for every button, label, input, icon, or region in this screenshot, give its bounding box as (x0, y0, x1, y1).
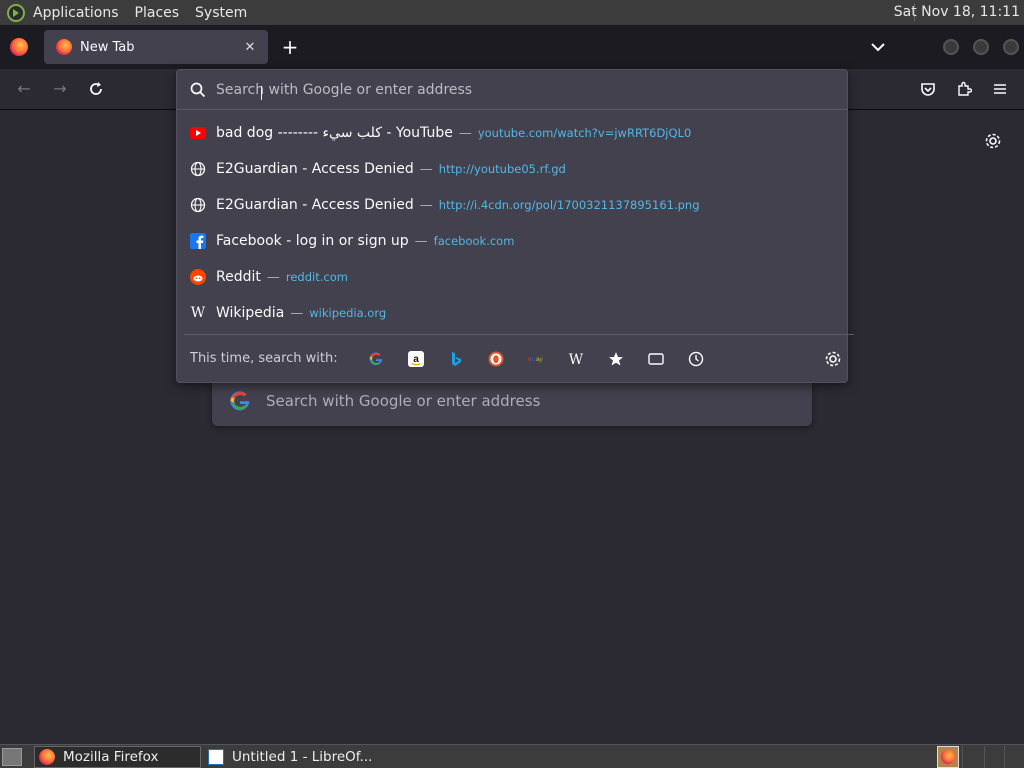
search-icon (190, 82, 206, 97)
bing-engine-button[interactable] (436, 347, 476, 371)
system-top-panel: Applications Places System Sat Nov 18, 1… (0, 0, 1024, 25)
result-title: bad dog -------- كلب سيء - YouTube (216, 125, 453, 141)
result-url: wikipedia.org (309, 306, 387, 320)
google-icon (369, 352, 382, 365)
result-title: Facebook - log in or sign up (216, 233, 409, 249)
result-url: reddit.com (285, 270, 348, 284)
workspace-2[interactable] (962, 746, 982, 768)
reload-icon[interactable] (88, 81, 104, 97)
facebook-icon (190, 233, 206, 249)
tab-bar: New Tab ✕ + (0, 25, 1024, 69)
result-row[interactable]: bad dog -------- كلب سيء - YouTube — you… (177, 115, 847, 151)
tabs-engine-button[interactable] (636, 347, 676, 371)
one-off-label: This time, search with: (190, 351, 338, 366)
result-separator: — (290, 305, 304, 321)
tray-firefox-icon[interactable] (937, 746, 959, 768)
result-row[interactable]: Reddit — reddit.com (177, 259, 847, 295)
hamburger-menu-icon[interactable] (992, 81, 1008, 97)
result-title: E2Guardian - Access Denied (216, 161, 414, 177)
ebay-icon: ebay (528, 356, 544, 363)
url-input[interactable]: Search with Google or enter address (177, 70, 847, 110)
taskbar-item-label: Untitled 1 - LibreOf... (232, 749, 373, 765)
globe-icon (190, 197, 206, 213)
result-url: youtube.com/watch?v=jwRRT6DjQL0 (477, 126, 692, 140)
urlbar-popup: Search with Google or enter address bad … (176, 69, 854, 383)
firefox-view-icon[interactable] (10, 38, 28, 56)
svg-text:W: W (568, 352, 583, 367)
ebay-engine-button[interactable]: ebay (516, 347, 556, 371)
minimize-window-button[interactable] (943, 39, 959, 55)
newtab-search-input[interactable]: Search with Google or enter address (212, 376, 812, 426)
workspace-3[interactable] (984, 746, 1004, 768)
extensions-icon[interactable] (956, 81, 972, 97)
maximize-window-button[interactable] (973, 39, 989, 55)
wikipedia-icon: W (190, 305, 206, 321)
google-logo-icon (230, 391, 250, 411)
distro-logo-icon[interactable] (7, 3, 25, 22)
tab-title: New Tab (80, 39, 135, 55)
bookmarks-engine-button[interactable] (596, 347, 636, 371)
tab-new-tab[interactable]: New Tab ✕ (44, 30, 268, 64)
close-window-button[interactable] (1003, 39, 1019, 55)
chevron-down-icon[interactable] (870, 39, 886, 55)
duckduckgo-icon (488, 351, 504, 366)
wikipedia-icon: W (568, 352, 583, 367)
text-cursor (261, 86, 262, 100)
system-menu[interactable]: System (195, 5, 247, 21)
svg-text:a: a (413, 354, 419, 365)
places-menu[interactable]: Places (135, 5, 180, 21)
result-row[interactable]: E2Guardian - Access Denied — http://yout… (177, 151, 847, 187)
newtab-search-placeholder: Search with Google or enter address (266, 392, 541, 410)
result-title: Reddit (216, 269, 261, 285)
history-icon (688, 351, 703, 366)
result-url: http://i.4cdn.org/pol/1700321137895161.p… (438, 198, 700, 212)
tabs-icon (647, 352, 664, 365)
google-engine-button[interactable] (356, 347, 396, 371)
result-row[interactable]: E2Guardian - Access Denied — http://i.4c… (177, 187, 847, 223)
globe-icon (190, 161, 206, 177)
taskbar-item-label: Mozilla Firefox (63, 749, 159, 765)
history-engine-button[interactable] (676, 347, 716, 371)
firefox-favicon-icon (56, 39, 72, 55)
svg-text:y: y (539, 356, 543, 363)
pocket-icon[interactable] (920, 81, 936, 97)
urlbar-results: bad dog -------- كلب سيء - YouTube — you… (177, 115, 847, 331)
bing-icon (451, 351, 461, 366)
personalize-gear-icon[interactable] (984, 132, 1002, 150)
result-separator: — (458, 125, 472, 141)
show-desktop-icon[interactable] (2, 748, 22, 766)
amazon-icon: a (407, 350, 424, 367)
taskbar-item-firefox[interactable]: Mozilla Firefox (34, 746, 201, 768)
writer-document-icon (208, 749, 224, 765)
result-separator: — (419, 197, 433, 213)
result-title: E2Guardian - Access Denied (216, 197, 414, 213)
result-separator: — (419, 161, 433, 177)
applications-menu[interactable]: Applications (33, 5, 119, 21)
result-row[interactable]: Facebook - log in or sign up — facebook.… (177, 223, 847, 259)
result-url: facebook.com (433, 234, 515, 248)
taskbar-item-libreoffice[interactable]: Untitled 1 - LibreOf... (204, 746, 404, 768)
result-row[interactable]: W Wikipedia — wikipedia.org (177, 295, 847, 331)
reddit-icon (190, 269, 206, 285)
search-settings-gear-icon[interactable] (824, 350, 842, 368)
close-tab-icon[interactable]: ✕ (240, 40, 260, 55)
result-separator: — (414, 233, 428, 249)
youtube-icon (190, 125, 206, 141)
forward-button[interactable]: → (52, 81, 68, 97)
clock[interactable]: Sat Nov 18, 11:11 (894, 4, 1020, 20)
duckduckgo-engine-button[interactable] (476, 347, 516, 371)
back-button[interactable]: ← (16, 81, 32, 97)
result-separator: — (266, 269, 280, 285)
one-off-search-bar: This time, search with: a ebay W (184, 334, 854, 382)
firefox-icon (39, 749, 55, 765)
new-tab-button[interactable]: + (280, 35, 300, 59)
wikipedia-engine-button[interactable]: W (556, 347, 596, 371)
result-url: http://youtube05.rf.gd (438, 162, 566, 176)
bookmarks-icon (608, 351, 623, 365)
bottom-taskbar: Mozilla Firefox Untitled 1 - LibreOf... (0, 744, 1024, 768)
result-title: Wikipedia (216, 305, 285, 321)
amazon-engine-button[interactable]: a (396, 347, 436, 371)
workspace-4[interactable] (1004, 746, 1024, 768)
url-input-placeholder: Search with Google or enter address (216, 81, 473, 98)
